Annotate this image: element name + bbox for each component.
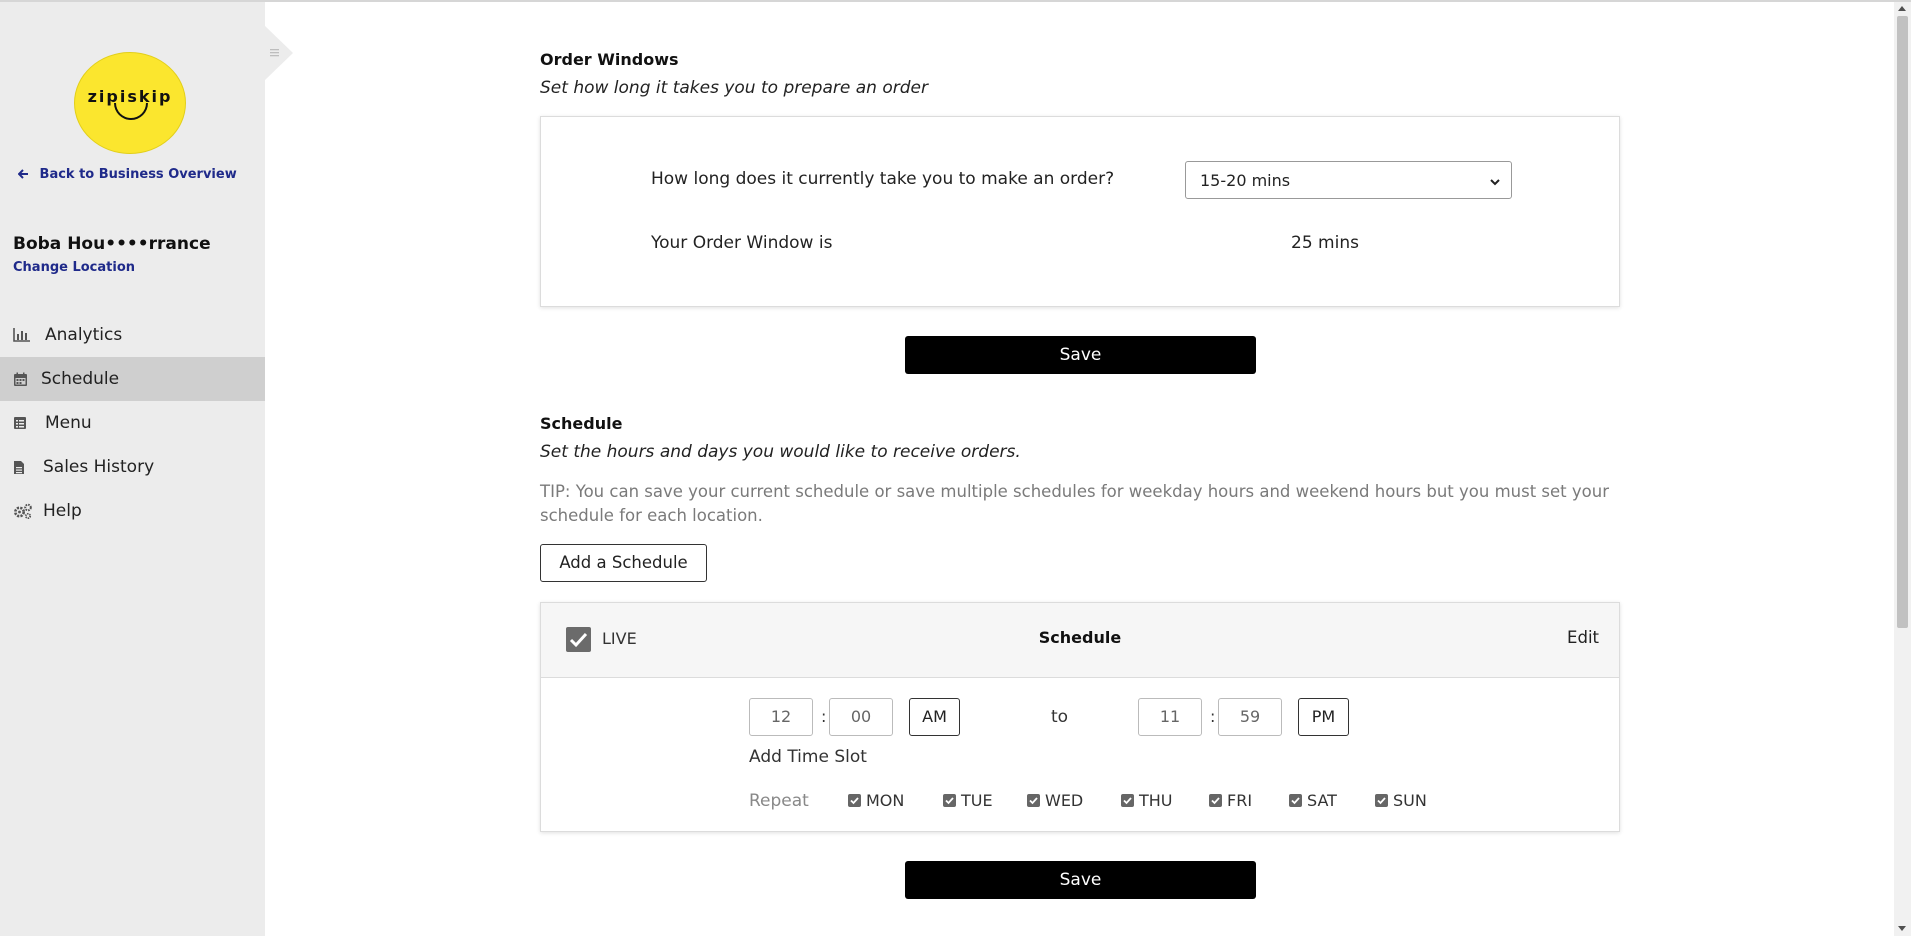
order-window-card: How long does it currently take you to m…	[540, 116, 1620, 307]
day-checkbox-sun[interactable]: SUN	[1375, 791, 1427, 810]
schedule-card-title: Schedule	[1038, 628, 1122, 647]
repeat-label: Repeat	[749, 791, 809, 811]
order-window-save-button[interactable]: Save	[905, 336, 1256, 374]
add-time-slot-link[interactable]: Add Time Slot	[749, 747, 867, 767]
time-separator: :	[821, 707, 827, 726]
list-icon	[13, 416, 35, 430]
sidebar-item-label: Schedule	[41, 369, 120, 389]
document-icon	[13, 460, 35, 475]
sidebar: zipiskip Back to Business Overview Boba …	[0, 2, 265, 936]
checkbox-checked-icon	[1289, 794, 1302, 807]
day-label: WED	[1045, 791, 1084, 810]
sidebar-item-sales-history[interactable]: Sales History	[0, 445, 265, 489]
time-separator: :	[1210, 707, 1216, 726]
order-windows-subtitle: Set how long it takes you to prepare an …	[540, 78, 928, 98]
cogs-icon	[13, 503, 35, 519]
schedule-card-header: LIVE Schedule Edit	[541, 603, 1619, 678]
day-label: FRI	[1227, 791, 1253, 810]
end-period-toggle[interactable]: PM	[1298, 698, 1349, 736]
prep-time-select[interactable]: 15-20 mins	[1185, 161, 1512, 199]
day-label: TUE	[961, 791, 993, 810]
day-label: SAT	[1307, 791, 1337, 810]
sidebar-item-help[interactable]: Help	[0, 489, 265, 533]
prep-time-question: How long does it currently take you to m…	[651, 169, 1115, 189]
scroll-down-arrow-icon[interactable]	[1898, 926, 1906, 931]
chevron-down-icon	[1489, 173, 1501, 192]
schedule-subtitle: Set the hours and days you would like to…	[540, 442, 1021, 462]
prep-time-selected-value: 15-20 mins	[1200, 171, 1291, 190]
schedule-card: LIVE Schedule Edit 12 : 00 AM to 11 : 59…	[540, 602, 1620, 832]
logo-smile	[114, 103, 148, 120]
calendar-icon	[13, 372, 35, 387]
sidebar-item-label: Analytics	[45, 325, 123, 345]
sidebar-item-menu[interactable]: Menu	[0, 401, 265, 445]
schedule-title: Schedule	[540, 414, 623, 433]
checkbox-checked-icon	[943, 794, 956, 807]
brand-logo[interactable]: zipiskip	[74, 52, 186, 154]
order-windows-title: Order Windows	[540, 50, 679, 69]
back-link-label: Back to Business Overview	[39, 167, 237, 182]
sidebar-item-label: Sales History	[43, 457, 155, 477]
day-checkbox-fri[interactable]: FRI	[1209, 791, 1252, 810]
scroll-thumb[interactable]	[1897, 16, 1908, 628]
day-checkbox-wed[interactable]: WED	[1027, 791, 1083, 810]
schedule-tip: TIP: You can save your current schedule …	[540, 482, 1609, 525]
start-minute-input[interactable]: 00	[829, 698, 893, 736]
back-to-overview-link[interactable]: Back to Business Overview	[18, 167, 237, 182]
schedule-edit-button[interactable]: Edit	[1567, 628, 1599, 647]
order-window-label: Your Order Window is	[651, 233, 833, 253]
arrow-left-icon	[18, 167, 34, 182]
checkbox-checked-icon	[1209, 794, 1222, 807]
day-label: SUN	[1393, 791, 1427, 810]
start-hour-input[interactable]: 12	[749, 698, 813, 736]
order-window-value: 25 mins	[1291, 233, 1359, 253]
sidebar-item-label: Menu	[45, 413, 92, 433]
sidebar-item-analytics[interactable]: Analytics	[0, 313, 265, 357]
page-scrollbar[interactable]	[1894, 2, 1911, 936]
location-name: Boba Hou••••rrance	[13, 234, 211, 254]
add-schedule-button[interactable]: Add a Schedule	[540, 544, 707, 582]
start-period-toggle[interactable]: AM	[909, 698, 960, 736]
schedule-save-button[interactable]: Save	[905, 861, 1256, 899]
sidebar-nav: Analytics Schedule Menu Sales History He…	[0, 313, 265, 533]
to-label: to	[1051, 707, 1069, 727]
day-checkbox-tue[interactable]: TUE	[943, 791, 993, 810]
sidebar-item-label: Help	[43, 501, 82, 521]
day-checkbox-thu[interactable]: THU	[1121, 791, 1173, 810]
bar-chart-icon	[13, 328, 35, 342]
change-location-link[interactable]: Change Location	[13, 260, 135, 275]
window-top-border	[0, 0, 1911, 2]
checkbox-checked-icon	[1121, 794, 1134, 807]
sidebar-collapse-toggle[interactable]	[265, 26, 293, 80]
sidebar-item-schedule[interactable]: Schedule	[0, 357, 265, 401]
end-hour-input[interactable]: 11	[1138, 698, 1202, 736]
checkbox-checked-icon	[1027, 794, 1040, 807]
day-checkbox-sat[interactable]: SAT	[1289, 791, 1337, 810]
end-minute-input[interactable]: 59	[1218, 698, 1282, 736]
day-checkbox-mon[interactable]: MON	[848, 791, 904, 810]
scroll-up-arrow-icon[interactable]	[1898, 6, 1906, 11]
day-label: THU	[1139, 791, 1173, 810]
checkbox-checked-icon	[1375, 794, 1388, 807]
day-label: MON	[866, 791, 905, 810]
checkbox-checked-icon	[848, 794, 861, 807]
